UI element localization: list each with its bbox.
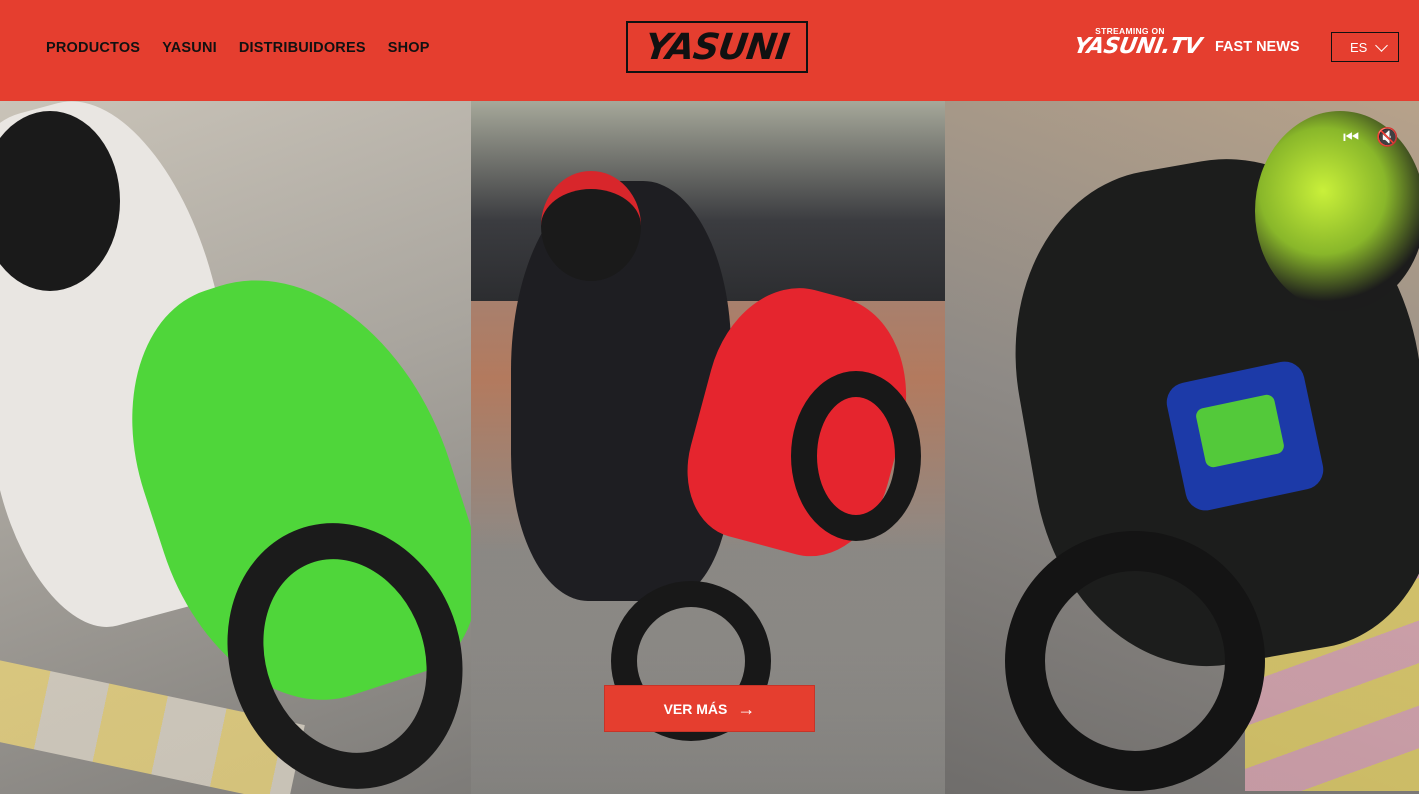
nav-distribuidores[interactable]: DISTRIBUIDORES — [239, 40, 366, 56]
ver-mas-button[interactable]: VER MÁS → — [604, 685, 815, 732]
front-tyre-right — [1005, 531, 1265, 791]
rewind-icon[interactable]: ⏮ — [1343, 127, 1359, 148]
nav-yasuni[interactable]: YASUNI — [162, 40, 217, 56]
hero-panel-right — [945, 101, 1419, 794]
nav-shop[interactable]: SHOP — [388, 40, 430, 56]
language-value: ES — [1350, 39, 1368, 55]
yasuni-tv-logo: YASUNI.TV — [1071, 34, 1204, 59]
hero-panel-left — [0, 101, 471, 794]
fast-news-link[interactable]: FAST NEWS — [1215, 39, 1300, 55]
language-select[interactable]: ES — [1331, 32, 1399, 62]
yasuni-logo[interactable]: YASUNI — [626, 21, 808, 73]
main-nav: PRODUCTOS YASUNI DISTRIBUIDORES SHOP — [46, 40, 430, 56]
helmet-center — [541, 171, 641, 281]
front-tyre-raised — [791, 371, 921, 541]
site-header: PRODUCTOS YASUNI DISTRIBUIDORES SHOP YAS… — [0, 0, 1419, 101]
arrow-right-icon: → — [737, 698, 756, 719]
mute-icon[interactable]: 🔇 — [1376, 127, 1398, 148]
streaming-link[interactable]: STREAMING ON YASUNI.TV — [1071, 26, 1204, 66]
logo-text: YASUNI — [642, 26, 792, 68]
ver-mas-label: VER MÁS — [663, 700, 728, 717]
nav-productos[interactable]: PRODUCTOS — [46, 40, 140, 56]
chevron-down-icon — [1375, 39, 1388, 52]
